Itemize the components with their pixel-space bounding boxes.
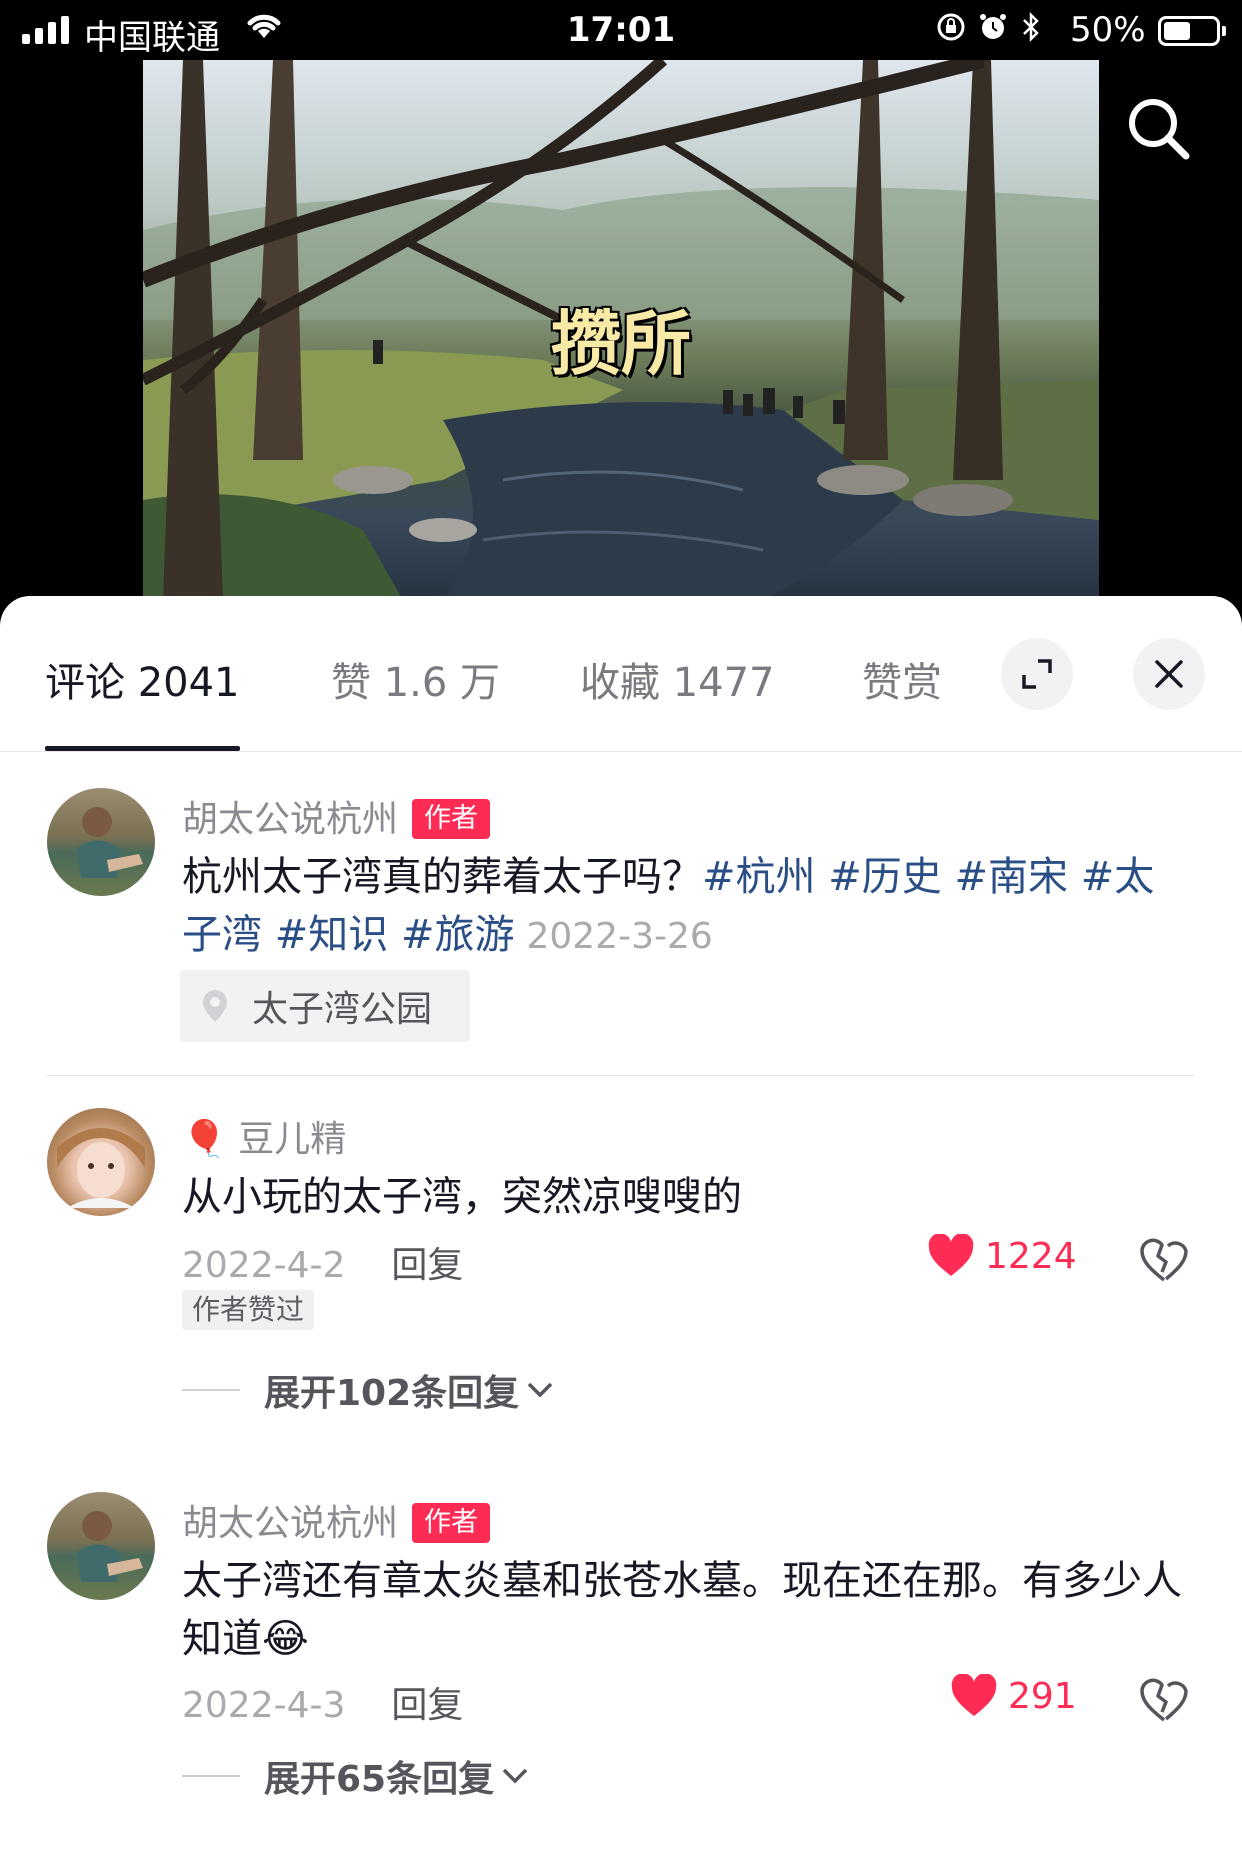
clock: 17:01 [566,10,676,50]
divider [47,1075,1195,1076]
comment-meta: 2022-4-3 回复 [182,1676,463,1728]
expand-replies-button[interactable]: 展开102条回复 [182,1364,555,1416]
heart-filled-icon [951,1674,997,1716]
post-author-name[interactable]: 胡太公说杭州 作者 [182,790,491,842]
expand-button[interactable] [1001,638,1073,710]
hashtag[interactable]: #知识 [275,912,389,958]
tab-comments[interactable]: 评论 2041 [45,650,240,708]
bluetooth-icon [1020,11,1042,49]
chevron-down-icon [527,1382,553,1398]
broken-heart-icon [1140,1238,1188,1282]
username-text[interactable]: 豆儿精 [238,1119,346,1160]
comment-date: 2022-4-2 [182,1245,346,1286]
expand-replies-label[interactable]: 展开102条回复 [264,1364,519,1416]
location-tag[interactable]: 太子湾公园 [180,970,470,1042]
chevron-down-icon [502,1768,528,1784]
tab-likes[interactable]: 赞 1.6 万 [331,650,500,708]
like-count: 1224 [985,1235,1077,1277]
rotation-lock-icon [936,12,966,49]
expand-replies-label[interactable]: 展开65条回复 [264,1750,494,1802]
post-text: 杭州太子湾真的葬着太子吗？#杭州 #历史 #南宋 #太子湾 #知识 #旅游 202… [182,848,1192,966]
video-player[interactable]: 攒所 [143,60,1099,600]
author-badge: 作者 [412,799,491,839]
reply-button[interactable]: 回复 [391,1685,463,1726]
username-text[interactable]: 胡太公说杭州 [182,799,398,840]
expand-rule [182,1775,240,1777]
heart-filled-icon [928,1234,974,1276]
status-bar: 中国联通 17:01 50% [0,0,1242,60]
comment-sheet: 评论 2041 赞 1.6 万 收藏 1477 赞赏（ 胡太公说杭州作者 杭州太… [0,596,1242,1864]
author-badge: 作者 [412,1503,491,1543]
like-count: 291 [1008,1675,1077,1717]
tab-rewards[interactable]: 赞赏（ [862,650,968,708]
avatar[interactable] [47,788,155,896]
location-name[interactable]: 太子湾公园 [252,980,432,1032]
video-caption: 攒所 [551,302,691,385]
expand-replies-button[interactable]: 展开65条回复 [182,1750,530,1802]
expand-rule [182,1389,240,1391]
comment-date: 2022-4-3 [182,1685,346,1726]
alarm-icon [978,12,1008,49]
active-tab-indicator [45,746,240,751]
like-button[interactable]: 1224 [927,1234,1077,1278]
search-button[interactable] [1122,92,1196,166]
post-question: 杭州太子湾真的葬着太子吗？ [182,854,702,900]
avatar[interactable] [47,1108,155,1216]
tab-favorites[interactable]: 收藏 1477 [580,650,775,708]
dislike-button[interactable] [1138,1236,1190,1288]
comment-text-content: 太子湾还有章太炎墓和张苍水墓。现在还在那。有多少人知道 [182,1558,1182,1662]
close-icon [1155,660,1183,688]
reply-button[interactable]: 回复 [391,1245,463,1286]
hashtag[interactable]: #杭州 [702,854,816,900]
commenter-name[interactable]: 胡太公说杭州 作者 [182,1494,491,1546]
hashtag[interactable]: #历史 [828,854,942,900]
expand-icon [1022,659,1052,689]
commenter-name[interactable]: 🎈 豆儿精 [182,1110,346,1162]
author-liked-badge: 作者赞过 [182,1290,315,1330]
post-date: 2022-3-26 [526,916,713,957]
battery-percent: 50% [1070,10,1146,50]
laugh-cry-emoji: 😂 [262,1616,309,1662]
hashtag[interactable]: #南宋 [954,854,1068,900]
balloon-emoji: 🎈 [182,1119,227,1160]
location-pin-icon [203,990,227,1022]
close-button[interactable] [1133,638,1205,710]
broken-heart-icon [1140,1678,1188,1722]
hashtag[interactable]: #旅游 [401,912,515,958]
dislike-button[interactable] [1138,1676,1190,1728]
comment-text: 太子湾还有章太炎墓和张苍水墓。现在还在那。有多少人知道😂 [182,1552,1192,1668]
search-icon [1129,99,1190,160]
username-text[interactable]: 胡太公说杭州 [182,1503,398,1544]
comment-meta: 2022-4-2 回复 [182,1236,463,1288]
comment-text: 从小玩的太子湾，突然凉嗖嗖的 [182,1174,742,1220]
tab-bar: 评论 2041 赞 1.6 万 收藏 1477 赞赏（ [0,596,1242,752]
battery-icon [1158,16,1226,46]
avatar[interactable] [47,1492,155,1600]
like-button[interactable]: 291 [950,1674,1077,1718]
